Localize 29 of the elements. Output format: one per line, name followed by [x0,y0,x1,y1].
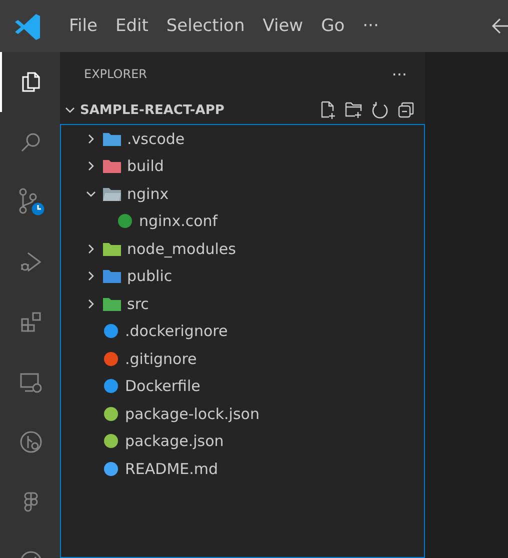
tree-item[interactable]: nginx [61,180,424,208]
tree-item[interactable]: .gitignore [61,345,424,372]
collapse-all-icon[interactable] [397,101,415,119]
menu-item[interactable]: Selection [157,16,254,36]
tree-item[interactable]: public [61,262,424,290]
tree-item[interactable]: .dockerignore [61,318,424,345]
more-actions[interactable]: ··· [392,64,407,84]
refresh-icon[interactable] [371,101,389,119]
tree-item[interactable]: node_modules [61,235,424,262]
menu-item[interactable]: View [254,16,312,36]
menu-item[interactable]: Go [312,16,354,36]
new-folder-icon[interactable] [345,101,363,119]
menu-item[interactable]: ··· [354,16,388,36]
tree-item[interactable]: src [61,290,424,318]
tree-item[interactable]: package-lock.json [61,400,424,428]
tree-item[interactable]: build [61,152,424,180]
tree-item[interactable]: nginx.conf [61,208,424,235]
tree-item[interactable]: README.md [61,455,424,482]
tree-item[interactable]: package.json [61,428,424,455]
menu-item[interactable]: Edit [106,16,158,36]
run-debug-icon[interactable] [19,250,43,274]
tree-item[interactable]: Dockerfile [61,372,424,400]
workspace-folder-title[interactable]: SAMPLE-REACT-APP [80,102,319,118]
menu-item[interactable]: File [60,16,106,36]
extensions-icon[interactable] [19,310,43,334]
tree-item[interactable]: .vscode [61,125,424,152]
panel-title: EXPLORER [84,67,147,81]
git-graph-icon[interactable] [19,430,43,454]
new-file-icon[interactable] [319,101,337,119]
